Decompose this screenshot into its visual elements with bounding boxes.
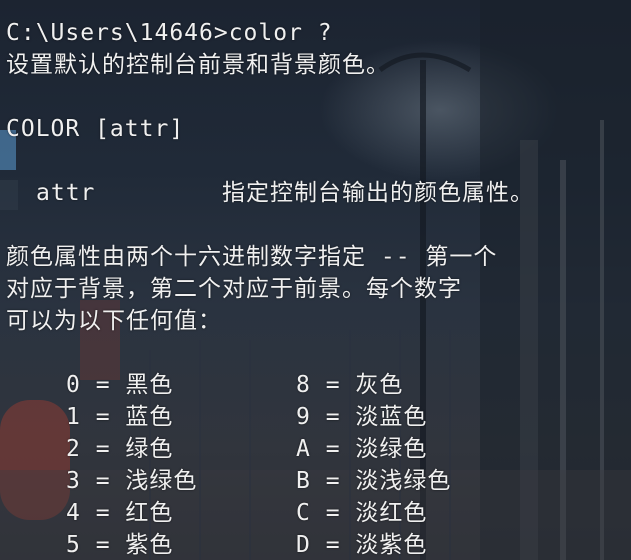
color-entry: 8 = 灰色 bbox=[296, 372, 404, 398]
color-entry: 0 = 黑色 bbox=[66, 372, 174, 398]
color-entry: 4 = 红色 bbox=[66, 500, 174, 526]
color-entry: A = 淡绿色 bbox=[296, 436, 428, 462]
console-output: C:\Users\14646>color ? 设置默认的控制台前景和背景颜色。 … bbox=[0, 0, 631, 560]
prompt-line: C:\Users\14646>color ? bbox=[6, 20, 333, 46]
param-name: attr bbox=[36, 180, 96, 206]
color-entry: 1 = 蓝色 bbox=[66, 404, 174, 430]
param-description: 指定控制台输出的颜色属性。 bbox=[222, 180, 534, 206]
color-entry: D = 淡紫色 bbox=[296, 532, 428, 558]
color-entry: 2 = 绿色 bbox=[66, 436, 174, 462]
explain-line: 颜色属性由两个十六进制数字指定 -- 第一个 bbox=[6, 244, 498, 270]
explain-line: 对应于背景，第二个对应于前景。每个数字 bbox=[6, 276, 462, 302]
color-entry: 5 = 紫色 bbox=[66, 532, 174, 558]
explain-line: 可以为以下任何值： bbox=[6, 308, 222, 334]
command-description: 设置默认的控制台前景和背景颜色。 bbox=[6, 52, 390, 78]
color-entry: 9 = 淡蓝色 bbox=[296, 404, 428, 430]
color-entry: C = 淡红色 bbox=[296, 500, 428, 526]
syntax-line: COLOR [attr] bbox=[6, 116, 185, 142]
color-entry: B = 淡浅绿色 bbox=[296, 468, 452, 494]
color-entry: 3 = 浅绿色 bbox=[66, 468, 198, 494]
